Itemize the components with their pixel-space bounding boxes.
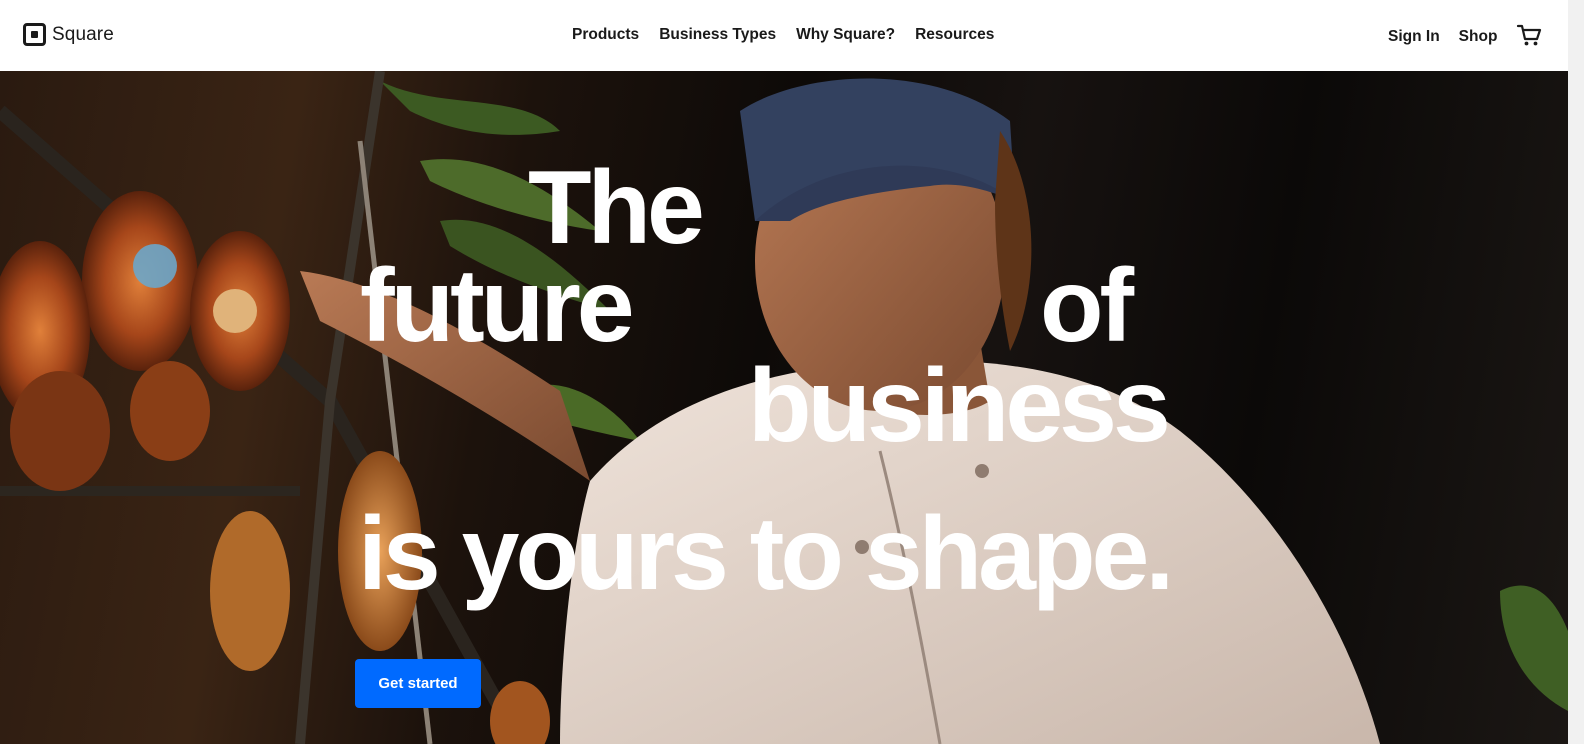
nav-products[interactable]: Products <box>572 26 639 44</box>
square-logo[interactable]: Square <box>23 23 114 46</box>
nav-business-types[interactable]: Business Types <box>659 26 776 44</box>
logo-text: Square <box>52 23 114 45</box>
nav-resources[interactable]: Resources <box>915 26 994 44</box>
hero-section: The future of business is yours to shape… <box>0 71 1568 744</box>
page-scrollbar[interactable] <box>1568 0 1584 744</box>
site-header: Square Products Business Types Why Squar… <box>0 0 1568 71</box>
account-nav: Sign In Shop <box>1388 24 1542 48</box>
sign-in-link[interactable]: Sign In <box>1388 28 1440 46</box>
shop-link[interactable]: Shop <box>1459 28 1498 46</box>
main-nav: Products Business Types Why Square? Reso… <box>572 26 994 44</box>
square-logo-icon <box>23 23 46 46</box>
get-started-button[interactable]: Get started <box>355 659 481 708</box>
nav-why-square[interactable]: Why Square? <box>796 26 895 44</box>
hero-background-photo <box>0 71 1568 744</box>
shopping-cart-icon[interactable] <box>1516 22 1542 48</box>
